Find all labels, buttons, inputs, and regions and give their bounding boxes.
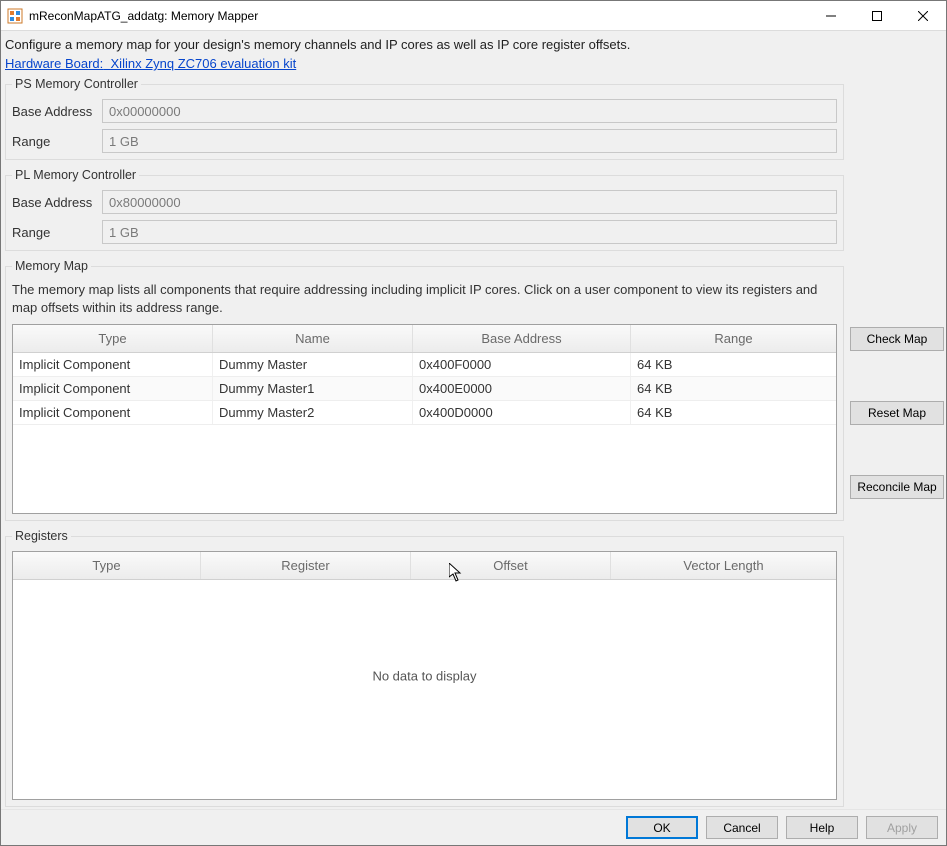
ps-range-field: 1 GB [102,129,837,153]
mm-cell-range: 64 KB [631,353,836,376]
registers-nodata: No data to display [13,668,836,683]
registers-table: Type Register Offset Vector Length No da… [12,551,837,800]
app-icon [7,8,23,24]
memory-map-group: Memory Map The memory map lists all comp… [5,259,844,521]
mm-header-range[interactable]: Range [631,325,836,352]
ps-base-address-label: Base Address [12,104,94,119]
pl-range-label: Range [12,225,94,240]
registers-header-row: Type Register Offset Vector Length [13,552,836,580]
pl-base-address-label: Base Address [12,195,94,210]
mm-cell-base: 0x400D0000 [413,401,631,424]
mm-cell-base: 0x400F0000 [413,353,631,376]
reconcile-map-button[interactable]: Reconcile Map [850,475,944,499]
memory-map-legend: Memory Map [12,259,91,273]
config-description: Configure a memory map for your design's… [1,31,946,56]
pl-range-field: 1 GB [102,220,837,244]
ps-memory-controller-group: PS Memory Controller Base Address 0x0000… [5,77,844,160]
ps-legend: PS Memory Controller [12,77,141,91]
check-map-button[interactable]: Check Map [850,327,944,351]
title-bar: mReconMapATG_addatg: Memory Mapper [1,1,946,31]
pl-memory-controller-group: PL Memory Controller Base Address 0x8000… [5,168,844,251]
mm-cell-base: 0x400E0000 [413,377,631,400]
pl-base-address-field: 0x80000000 [102,190,837,214]
mm-cell-type: Implicit Component [13,401,213,424]
mm-header-type[interactable]: Type [13,325,213,352]
reg-header-vectorlen[interactable]: Vector Length [611,552,836,579]
mm-cell-type: Implicit Component [13,377,213,400]
memory-map-description: The memory map lists all components that… [12,281,837,316]
memory-map-header-row: Type Name Base Address Range [13,325,836,353]
mm-cell-name: Dummy Master [213,353,413,376]
minimize-button[interactable] [808,1,854,31]
dialog-button-row: OK Cancel Help Apply [1,809,946,845]
mm-cell-name: Dummy Master2 [213,401,413,424]
reg-header-type[interactable]: Type [13,552,201,579]
ps-base-address-field: 0x00000000 [102,99,837,123]
mm-cell-range: 64 KB [631,377,836,400]
reg-header-offset[interactable]: Offset [411,552,611,579]
table-row[interactable]: Implicit ComponentDummy Master10x400E000… [13,377,836,401]
pl-legend: PL Memory Controller [12,168,139,182]
window-title: mReconMapATG_addatg: Memory Mapper [29,9,258,23]
mm-header-name[interactable]: Name [213,325,413,352]
hardware-board-link[interactable]: Hardware Board: Xilinx Zynq ZC706 evalua… [1,56,946,77]
reg-header-register[interactable]: Register [201,552,411,579]
registers-legend: Registers [12,529,71,543]
cancel-button[interactable]: Cancel [706,816,778,839]
ok-button[interactable]: OK [626,816,698,839]
registers-group: Registers Type Register Offset Vector Le… [5,529,844,807]
mm-header-base[interactable]: Base Address [413,325,631,352]
table-row[interactable]: Implicit ComponentDummy Master20x400D000… [13,401,836,425]
apply-button: Apply [866,816,938,839]
maximize-button[interactable] [854,1,900,31]
ps-range-label: Range [12,134,94,149]
reset-map-button[interactable]: Reset Map [850,401,944,425]
memory-map-table: Type Name Base Address Range Implicit Co… [12,324,837,514]
help-button[interactable]: Help [786,816,858,839]
mm-cell-type: Implicit Component [13,353,213,376]
mm-cell-range: 64 KB [631,401,836,424]
mm-cell-name: Dummy Master1 [213,377,413,400]
close-button[interactable] [900,1,946,31]
table-row[interactable]: Implicit ComponentDummy Master0x400F0000… [13,353,836,377]
